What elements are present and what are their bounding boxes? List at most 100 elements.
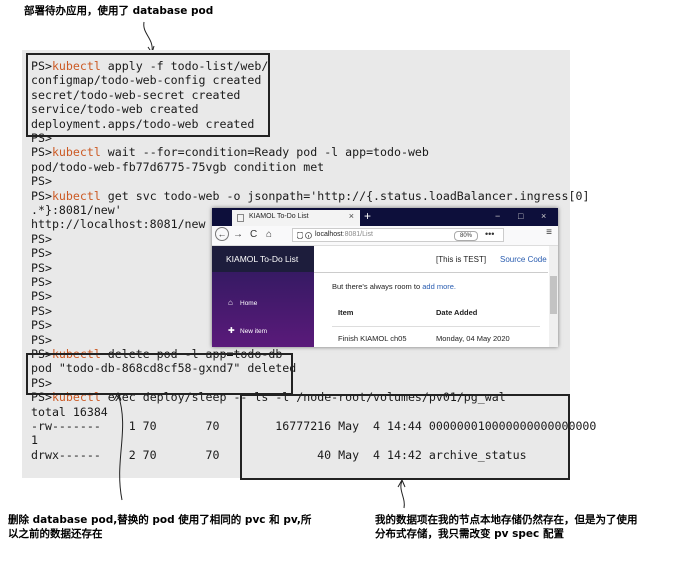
prompt: PS> [31,59,52,73]
close-window-icon[interactable]: × [541,209,546,223]
prompt: PS> [31,390,52,405]
terminal-line: PS>kubectl get svc todo-web -o jsonpath=… [31,189,589,203]
cell-date: Monday, 04 May 2020 [436,334,510,343]
prompt: PS> [31,375,52,390]
terminal-line: PS>kubectl apply -f todo-list/web/ [31,59,268,73]
sidebar-item-label: New item [240,328,268,335]
home-icon: ⌂ [228,298,233,307]
tab-todo-list[interactable]: KIAMOL To-Do List × [232,210,360,226]
prompt: PS> [31,289,52,304]
new-tab-icon[interactable]: + [364,209,371,223]
info-icon [305,232,312,239]
room-text: But there's always room to add more. [332,282,456,291]
more-icon[interactable]: ••• [485,229,494,239]
command-name: kubectl [51,188,101,203]
minimize-icon[interactable]: − [495,209,500,223]
app-title: KIAMOL To-Do List [212,246,314,272]
terminal-line: PS> [31,174,52,188]
command-text: http://localhost:8081/new [31,217,206,232]
terminal-line: .*}:8081/new' [31,203,122,217]
url-host: localhost [315,231,343,238]
prompt: PS> [31,188,52,203]
add-more-link[interactable]: add more. [422,282,456,291]
tab-close-icon[interactable]: × [349,211,354,221]
terminal-line: total 16384 [31,405,108,419]
terminal-line: http://localhost:8081/new [31,217,206,231]
source-code-link[interactable]: Source Code [500,255,547,264]
scrollbar-thumb[interactable] [550,276,557,314]
terminal-line: -rw------- 1 70 70 16777216 May 4 14:44 … [31,419,596,433]
annotation-bottom-right-line2: 分布式存储，我只需改变 pv spec 配置 [375,528,564,540]
terminal-line: PS>kubectl exec deploy/sleep -- ls -l /n… [31,390,506,404]
command-name: kubectl [51,390,101,405]
url-path: :8081/List [342,231,373,238]
command-text: secret/todo-web-secret created [31,87,241,102]
terminal-line: PS> [31,304,52,318]
maximize-icon[interactable]: □ [518,209,523,223]
command-text: deployment.apps/todo-web created [31,116,255,131]
command-text: drwx------ 2 70 70 40 May 4 14:42 archiv… [31,447,527,462]
terminal-line: PS> [31,275,52,289]
prompt: PS> [31,174,52,189]
command-text: configmap/todo-web-config created [31,73,262,88]
sidebar-item-label: Home [240,300,258,307]
annotation-bottom-right: 我的数据项在我的节点本地存储仍然存在，但是为了使用 分布式存储，我只需改变 pv… [375,513,638,541]
command-text: service/todo-web created [31,102,199,117]
annotation-bottom-left-line1: 删除 database pod,替换的 pod 使用了相同的 pvc 和 pv,… [8,514,312,526]
annotation-top: 部署待办应用，使用了 database pod [24,5,214,17]
command-text: -rw------- 1 70 70 16777216 May 4 14:44 … [31,419,597,433]
app-content: [This is TEST] Source Code But there's a… [314,246,548,347]
forward-icon[interactable]: → [233,228,243,242]
command-text: apply -f todo-list/web/ [100,59,269,73]
terminal-line: pod/todo-web-fb77d6775-75vgb condition m… [31,160,324,174]
terminal-line: PS> [31,131,52,145]
terminal-line: secret/todo-web-secret created [31,88,240,102]
sidebar-item-new-item[interactable]: ✚ New item [228,326,267,335]
command-name: kubectl [51,59,101,73]
tab-title: KIAMOL To-Do List [249,213,309,220]
terminal-line: pod "todo-db-868cd8cf58-gxnd7" deleted [31,361,296,375]
terminal-line: deployment.apps/todo-web created [31,117,254,131]
terminal-line: PS>kubectl delete pod -l app=todo-db [31,347,282,361]
scrollbar[interactable] [549,246,558,347]
command-text: total 16384 [31,404,108,419]
terminal-line: service/todo-web created [31,102,199,116]
command-text: pod/todo-web-fb77d6775-75vgb condition m… [31,159,325,174]
column-header-item: Item [338,308,354,317]
command-text: wait --for=condition=Ready pod -l app=to… [100,145,429,160]
app-sidebar: KIAMOL To-Do List ⌂ Home ✚ New item [212,246,314,347]
url-text: localhost:8081/List [315,231,373,238]
back-icon[interactable]: ← [215,227,229,241]
env-label: [This is TEST] [436,255,487,264]
terminal-line: PS> [31,289,52,303]
reload-icon[interactable]: C [250,228,257,242]
prompt: PS> [31,145,52,160]
zoom-badge[interactable]: 80% [454,231,478,241]
terminal-line: 1 [31,433,38,447]
url-bar[interactable]: localhost:8081/List 80% ••• [292,228,504,242]
command-name: kubectl [51,347,101,361]
prompt: PS> [31,332,52,347]
room-text-label: But there's always room to [332,282,423,291]
sidebar-item-home[interactable]: ⌂ Home [228,298,257,307]
command-text: pod "todo-db-868cd8cf58-gxnd7" deleted [31,361,297,376]
annotation-bottom-left-line2: 以之前的数据还存在 [8,528,103,540]
home-icon[interactable]: ⌂ [266,228,272,242]
plus-icon: ✚ [228,326,235,335]
page-icon [237,214,244,222]
table-divider [332,326,540,327]
cell-item: Finish KIAMOL ch05 [338,334,407,343]
command-text: exec deploy/sleep -- ls -l /node-root/vo… [100,390,506,405]
terminal-line: PS> [31,318,52,332]
prompt: PS> [31,246,52,261]
terminal-line: drwx------ 2 70 70 40 May 4 14:42 archiv… [31,448,527,462]
command-text: 1 [31,433,38,448]
content-topbar: [This is TEST] Source Code [314,246,548,273]
terminal-line: configmap/todo-web-config created [31,73,261,87]
nav-bar: ← → C ⌂ localhost:8081/List 80% ••• ≡ [212,226,558,246]
command-text: delete pod -l app=todo-db [100,347,283,361]
prompt: PS> [31,275,52,289]
menu-icon[interactable]: ≡ [546,227,552,238]
prompt: PS> [31,131,52,145]
annotation-bottom-right-line1: 我的数据项在我的节点本地存储仍然存在，但是为了使用 [375,514,638,526]
